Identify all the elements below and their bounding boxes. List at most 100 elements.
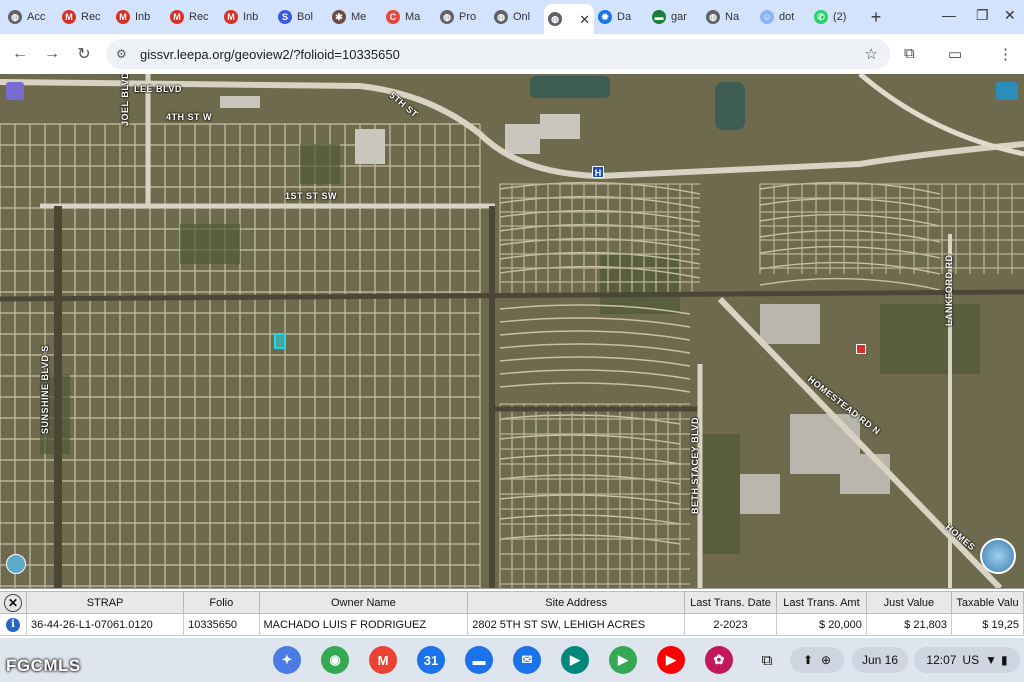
app-glyph: ✦ xyxy=(281,652,293,667)
tab-label: dot xyxy=(779,11,795,23)
wifi-icon: ▼ xyxy=(985,653,997,667)
whatsapp-icon: ✆ xyxy=(814,10,828,24)
aerial-imagery xyxy=(0,74,1024,588)
column-header[interactable]: STRAP xyxy=(25,591,185,614)
close-results-cell[interactable]: ✕ xyxy=(0,591,27,614)
browser-tab[interactable]: S Bol xyxy=(274,4,328,30)
back-icon[interactable]: ← xyxy=(4,45,36,63)
column-header[interactable]: Last Trans. Date xyxy=(684,591,777,614)
map-label-lee-blvd: LEE BLVD xyxy=(134,84,182,94)
hospital-marker-icon[interactable]: H xyxy=(592,166,604,178)
column-header[interactable]: Folio xyxy=(183,591,260,614)
tab-label: Na xyxy=(725,11,740,23)
compass-icon[interactable] xyxy=(980,538,1016,574)
app-glyph: ✉ xyxy=(521,652,533,667)
browser-tab[interactable]: ◍ Acc xyxy=(4,4,58,30)
browser-tab[interactable]: C Ma xyxy=(382,4,436,30)
status-tray[interactable]: 12:07 US ▼ ▮ xyxy=(914,647,1020,673)
parcel-map[interactable]: LEE BLVD 4TH ST W 1ST ST SW JOEL BLVD SU… xyxy=(0,74,1024,588)
bookmark-star-icon[interactable]: ☆ xyxy=(865,45,878,63)
browser-tab[interactable]: M Inb xyxy=(112,4,166,30)
gmail-icon: M xyxy=(62,10,76,24)
mesh-icon: ✱ xyxy=(332,10,346,24)
extensions-icon[interactable]: ⧉ xyxy=(904,45,915,62)
swirl-icon: S xyxy=(278,10,292,24)
building xyxy=(355,129,385,164)
tab-label: Ma xyxy=(405,11,421,23)
browser-tab[interactable]: ☺ dot xyxy=(756,4,810,30)
map-label-1st-st: 1ST ST SW xyxy=(285,191,338,201)
column-header[interactable]: Taxable Valu xyxy=(950,591,1024,614)
photos-icon[interactable]: ✿ xyxy=(705,646,733,674)
tab-label: gar xyxy=(671,11,687,23)
minimize-icon[interactable]: — xyxy=(942,7,956,23)
tab-label: Inb xyxy=(243,11,259,23)
time-text: 12:07 xyxy=(926,653,957,667)
meet-icon[interactable]: ▶ xyxy=(561,646,589,674)
calendar-icon[interactable]: 31 xyxy=(417,646,445,674)
browser-tab[interactable]: ◍ Pro xyxy=(436,4,490,30)
gemini-icon[interactable]: ✦ xyxy=(273,646,301,674)
results-header-row: ✕ STRAP Folio Owner Name Site Address La… xyxy=(0,591,1024,614)
phone-hub-icon[interactable]: ⧉ xyxy=(752,647,782,673)
gmail-icon[interactable]: M xyxy=(369,646,397,674)
tab-label: Rec xyxy=(81,11,101,23)
poi-marker-icon[interactable] xyxy=(856,344,866,354)
map-label-4th-st: 4TH ST W xyxy=(166,112,212,122)
new-tab-button[interactable]: + xyxy=(864,7,888,28)
cast-icon[interactable]: ▭ xyxy=(948,45,962,63)
address-bar[interactable]: ⚙ gissvr.leepa.org/geoview2/?folioid=103… xyxy=(106,39,890,69)
browser-tab[interactable]: ◍ Na xyxy=(702,4,756,30)
play-store-icon[interactable]: ▶ xyxy=(609,646,637,674)
address-cell: 2802 5TH ST SW, LEHIGH ACRES xyxy=(467,613,686,636)
os-taskbar: ⧉ ⬆ ⊕ Jun 16 12:07 US ▼ ▮ ✦ ◉ M 31 ▬ ✉ ▶ ▶ ▶ ✿ xyxy=(0,638,1024,682)
browser-tab[interactable]: M Rec xyxy=(58,4,112,30)
browser-tab[interactable]: ✆ (2) xyxy=(810,4,864,30)
selected-parcel[interactable] xyxy=(274,333,286,349)
notifications-tray[interactable]: ⬆ ⊕ xyxy=(790,647,844,673)
restore-icon[interactable]: ❐ xyxy=(976,7,989,24)
site-info-icon[interactable]: ⚙ xyxy=(116,47,132,61)
info-cell[interactable]: i xyxy=(0,613,27,636)
table-row[interactable]: i 36-44-26-L1-07061.0120 10335650 MACHAD… xyxy=(0,613,1024,636)
close-results-icon[interactable]: ✕ xyxy=(4,593,22,612)
column-header[interactable]: Site Address xyxy=(467,591,686,614)
close-tab-icon[interactable]: ✕ xyxy=(579,12,590,28)
browser-tab[interactable]: ✱ Me xyxy=(328,4,382,30)
messages-icon[interactable]: ✉ xyxy=(513,646,541,674)
browser-tab[interactable]: M Rec xyxy=(166,4,220,30)
close-window-icon[interactable]: ✕ xyxy=(1004,7,1016,24)
chrome-icon[interactable]: ◉ xyxy=(321,646,349,674)
tab-label: Me xyxy=(351,11,367,23)
youtube-icon[interactable]: ▶ xyxy=(657,646,685,674)
browser-tab[interactable]: ◍ ✕ xyxy=(544,4,594,34)
files-icon[interactable]: ▬ xyxy=(465,646,493,674)
reload-icon[interactable]: ↻ xyxy=(68,44,100,64)
tab-label: Rec xyxy=(189,11,209,23)
forward-icon[interactable]: → xyxy=(36,45,68,63)
tab-label: (2) xyxy=(833,11,847,23)
gmail-icon: M xyxy=(224,10,238,24)
browser-tab[interactable]: ◍ Onl xyxy=(490,4,544,30)
menu-icon[interactable]: ⋮ xyxy=(998,45,1013,63)
globe-icon: ◍ xyxy=(494,10,508,24)
pond xyxy=(530,76,610,98)
browser-tab[interactable]: ✹ Da xyxy=(594,4,648,30)
trans-amt-cell: $ 20,000 xyxy=(776,613,867,636)
column-header[interactable]: Just Value xyxy=(865,591,952,614)
smiley-icon: ☺ xyxy=(760,10,774,24)
browser-tab[interactable]: M Inb xyxy=(220,4,274,30)
trans-date-cell: 2-2023 xyxy=(684,613,777,636)
info-icon[interactable]: i xyxy=(6,617,20,632)
column-header[interactable]: Last Trans. Amt xyxy=(776,591,867,614)
tab-strip: ◍ Acc M Rec M Inb M Rec M Inb S Bol ✱ Me C Ma ◍ Pro ◍ Onl ◍ ✕… xyxy=(0,0,1024,34)
column-header[interactable]: Owner Name xyxy=(258,591,469,614)
date-tray[interactable]: Jun 16 xyxy=(852,647,908,673)
browser-tab[interactable]: ▬ gar xyxy=(648,4,702,30)
gmail-icon: M xyxy=(116,10,130,24)
add-circle-icon: ⊕ xyxy=(821,653,832,667)
layers-icon[interactable] xyxy=(996,82,1018,100)
map-tools-icon[interactable] xyxy=(6,82,24,100)
app-glyph: ✿ xyxy=(713,652,725,667)
globe-icon[interactable] xyxy=(6,554,26,574)
